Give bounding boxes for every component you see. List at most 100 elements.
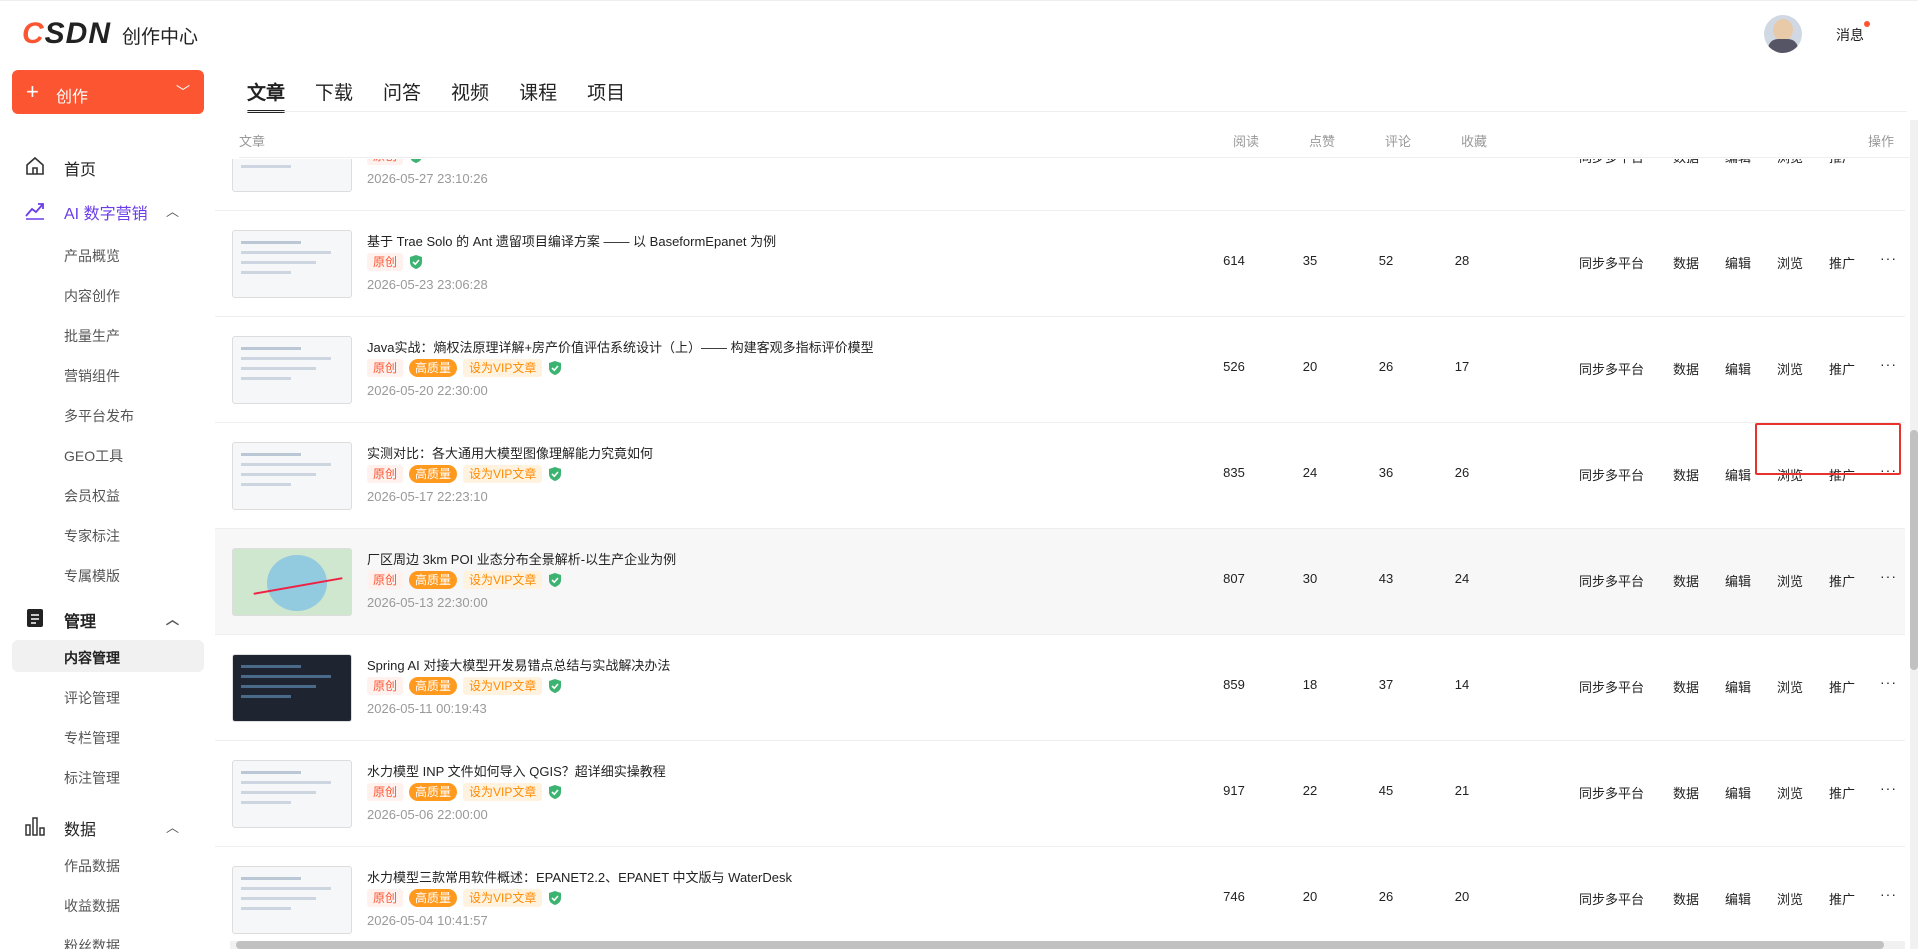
sync-platforms-button[interactable]: 同步多平台 xyxy=(1579,889,1644,908)
article-thumbnail[interactable] xyxy=(232,442,352,510)
article-title[interactable]: 水力模型 INP 文件如何导入 QGIS？超详细实操教程 xyxy=(367,761,666,780)
promote-button[interactable]: 推广 xyxy=(1829,889,1855,908)
verified-shield-icon xyxy=(549,679,562,693)
article-title[interactable]: 水力模型三款常用软件概述：EPANET2.2、EPANET 中文版与 Water… xyxy=(367,867,792,886)
article-date: 2026-05-06 22:00:00 xyxy=(367,807,488,822)
promote-button[interactable]: 推广 xyxy=(1829,359,1855,378)
promote-button[interactable]: 推广 xyxy=(1829,677,1855,696)
view-button[interactable]: 浏览 xyxy=(1777,159,1803,166)
sync-platforms-button[interactable]: 同步多平台 xyxy=(1579,677,1644,696)
more-icon[interactable]: ··· xyxy=(1880,780,1897,796)
view-button[interactable]: 浏览 xyxy=(1777,359,1803,378)
likes-count: 20 xyxy=(1302,359,1318,374)
more-icon[interactable]: ··· xyxy=(1880,250,1897,266)
article-thumbnail[interactable] xyxy=(232,548,352,616)
view-button[interactable]: 浏览 xyxy=(1777,571,1803,590)
tag-set-vip[interactable]: 设为VIP文章 xyxy=(463,889,543,907)
data-button[interactable]: 数据 xyxy=(1673,571,1699,590)
table-row[interactable]: Java实战：熵权法原理详解+房产价值评估系统设计（上）—— 构建客观多指标评价… xyxy=(215,317,1905,423)
data-button[interactable]: 数据 xyxy=(1673,253,1699,272)
edit-button[interactable]: 编辑 xyxy=(1725,159,1751,166)
article-title[interactable]: 基于 Trae Solo 的 Ant 遗留项目编译方案 —— 以 Basefor… xyxy=(367,231,776,250)
data-button[interactable]: 数据 xyxy=(1673,465,1699,484)
csdn-logo[interactable]: CSDN xyxy=(22,17,111,51)
promote-button[interactable]: 推广 xyxy=(1829,783,1855,802)
favorites-count: 24 xyxy=(1454,571,1470,586)
edit-button[interactable]: 编辑 xyxy=(1725,465,1751,484)
horizontal-scrollbar-thumb[interactable] xyxy=(236,941,1884,949)
more-icon[interactable]: ··· xyxy=(1880,674,1897,690)
article-thumbnail[interactable] xyxy=(232,230,352,298)
sync-platforms-button[interactable]: 同步多平台 xyxy=(1579,465,1644,484)
vertical-scrollbar-thumb[interactable] xyxy=(1910,430,1918,670)
header-favorites[interactable]: 收藏 xyxy=(1461,131,1487,150)
article-title[interactable]: 厂区周边 3km POI 业态分布全景解析-以生产企业为例 xyxy=(367,549,676,568)
table-row[interactable]: 厂区周边 3km POI 业态分布全景解析-以生产企业为例 原创 高质量 设为VIP文… xyxy=(215,529,1905,635)
view-button[interactable]: 浏览 xyxy=(1777,783,1803,802)
edit-button[interactable]: 编辑 xyxy=(1725,889,1751,908)
view-button[interactable]: 浏览 xyxy=(1777,253,1803,272)
tag-set-vip[interactable]: 设为VIP文章 xyxy=(463,677,543,695)
edit-button[interactable]: 编辑 xyxy=(1725,783,1751,802)
data-button[interactable]: 数据 xyxy=(1673,359,1699,378)
tab-downloads[interactable]: 下载 xyxy=(315,78,353,105)
tag-set-vip[interactable]: 设为VIP文章 xyxy=(463,783,543,801)
sync-platforms-button[interactable]: 同步多平台 xyxy=(1579,571,1644,590)
header-likes[interactable]: 点赞 xyxy=(1309,131,1335,150)
article-thumbnail[interactable] xyxy=(232,159,352,192)
table-row[interactable]: 水力模型 INP 文件如何导入 QGIS？超详细实操教程 原创 高质量 设为VIP文章… xyxy=(215,741,1905,847)
table-row[interactable]: 基于 Trae Solo 的 Ant 遗留项目编译方案 —— 以 Basefor… xyxy=(215,211,1905,317)
data-button[interactable]: 数据 xyxy=(1673,889,1699,908)
messages-link[interactable]: 消息 xyxy=(1836,25,1864,45)
avatar[interactable] xyxy=(1764,15,1802,53)
create-button[interactable]: + 创作 ﹀ xyxy=(12,70,204,114)
promote-button[interactable]: 推广 xyxy=(1829,571,1855,590)
sync-platforms-button[interactable]: 同步多平台 xyxy=(1579,359,1644,378)
table-header: 文章 阅读 点赞 评论 收藏 操作 xyxy=(239,120,1909,158)
tag-set-vip[interactable]: 设为VIP文章 xyxy=(463,571,543,589)
edit-button[interactable]: 编辑 xyxy=(1725,571,1751,590)
sync-platforms-button[interactable]: 同步多平台 xyxy=(1579,783,1644,802)
article-thumbnail[interactable] xyxy=(232,336,352,404)
tab-qa[interactable]: 问答 xyxy=(383,78,421,105)
sync-platforms-button[interactable]: 同步多平台 xyxy=(1579,253,1644,272)
tag-original: 原创 xyxy=(367,571,404,589)
view-button[interactable]: 浏览 xyxy=(1777,889,1803,908)
article-thumbnail[interactable] xyxy=(232,760,352,828)
header-comments[interactable]: 评论 xyxy=(1385,131,1411,150)
tab-videos[interactable]: 视频 xyxy=(451,78,489,105)
table-row[interactable]: 水力模型三款常用软件概述：EPANET2.2、EPANET 中文版与 Water… xyxy=(215,847,1905,939)
table-row[interactable]: 实测对比：各大通用大模型图像理解能力究竟如何 原创 高质量 设为VIP文章 2026-0… xyxy=(215,423,1905,529)
data-button[interactable]: 数据 xyxy=(1673,677,1699,696)
view-button[interactable]: 浏览 xyxy=(1777,677,1803,696)
promote-button[interactable]: 推广 xyxy=(1829,253,1855,272)
comments-count: 26 xyxy=(1378,889,1394,904)
article-title[interactable]: Java实战：熵权法原理详解+房产价值评估系统设计（上）—— 构建客观多指标评价… xyxy=(367,337,874,356)
tab-articles[interactable]: 文章 xyxy=(247,78,286,113)
more-icon[interactable]: ··· xyxy=(1880,159,1897,160)
more-icon[interactable]: ··· xyxy=(1880,886,1897,902)
header-reads[interactable]: 阅读 xyxy=(1233,131,1259,150)
more-icon[interactable]: ··· xyxy=(1880,568,1897,584)
article-title[interactable]: 实测对比：各大通用大模型图像理解能力究竟如何 xyxy=(367,443,653,462)
edit-button[interactable]: 编辑 xyxy=(1725,253,1751,272)
more-icon[interactable]: ··· xyxy=(1880,356,1897,372)
edit-button[interactable]: 编辑 xyxy=(1725,677,1751,696)
data-button[interactable]: 数据 xyxy=(1673,159,1699,166)
article-title[interactable]: Spring AI 对接大模型开发易错点总结与实战解决办法 xyxy=(367,655,670,674)
data-button[interactable]: 数据 xyxy=(1673,783,1699,802)
table-row[interactable]: 原创 2026-05-27 23:10:26 541 25 36 27 同步多平台 数据 编辑 浏… xyxy=(215,159,1905,211)
sync-platforms-button[interactable]: 同步多平台 xyxy=(1579,159,1644,166)
article-thumbnail[interactable] xyxy=(232,654,352,722)
tag-set-vip[interactable]: 设为VIP文章 xyxy=(463,359,543,377)
likes-count: 24 xyxy=(1302,465,1318,480)
promote-button[interactable]: 推广 xyxy=(1829,159,1855,166)
article-thumbnail[interactable] xyxy=(232,866,352,934)
edit-button[interactable]: 编辑 xyxy=(1725,359,1751,378)
tag-high-quality: 高质量 xyxy=(409,783,458,801)
tag-set-vip[interactable]: 设为VIP文章 xyxy=(463,465,543,483)
tab-projects[interactable]: 项目 xyxy=(587,78,625,105)
tab-courses[interactable]: 课程 xyxy=(519,78,557,105)
table-row[interactable]: Spring AI 对接大模型开发易错点总结与实战解决办法 原创 高质量 设为VIP文… xyxy=(215,635,1905,741)
tag-original: 原创 xyxy=(367,783,404,801)
